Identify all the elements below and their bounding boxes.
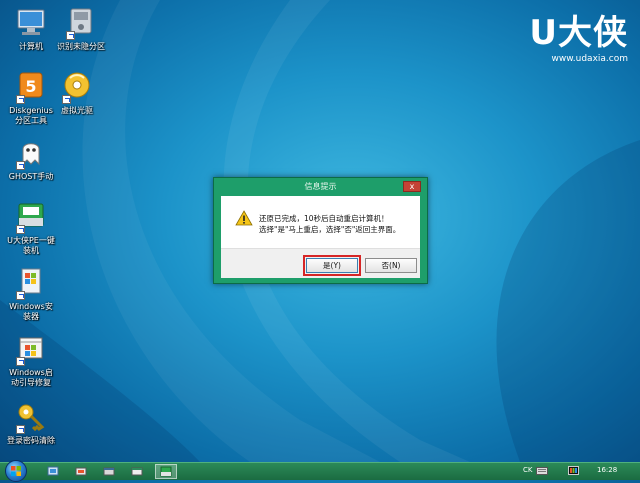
desktop-icon-windows-setup[interactable]: Windows安 装器 <box>0 266 62 322</box>
udaxia-brand: U大侠 www.udaxia.com <box>529 14 628 64</box>
virtual-cd-icon <box>60 70 94 104</box>
taskbar-item-udaxia-dialog[interactable] <box>155 464 177 479</box>
desktop-icon-label: 虚拟光驱 <box>61 106 93 115</box>
dialog-message-line1: 还原已完成，10秒后自动重启计算机！ <box>259 214 389 223</box>
brand-logo-text: U大侠 <box>529 13 628 53</box>
desktop-icon-hidden-partition[interactable]: 识别未隐分区 <box>50 6 112 52</box>
desktop-icon-label: 识别未隐分区 <box>57 42 105 51</box>
shortcut-arrow-icon <box>16 425 25 434</box>
start-button[interactable] <box>5 460 27 482</box>
dialog-message-area: 还原已完成，10秒后自动重启计算机！ 选择"是"马上重启，选择"否"返回主界面。 <box>221 196 420 248</box>
dialog-button-bar: 是(Y) 否(N) <box>221 248 420 278</box>
taskbar-item-app[interactable] <box>98 464 120 479</box>
shortcut-arrow-icon <box>16 225 25 234</box>
keyboard-icon[interactable] <box>536 466 548 476</box>
dialog-title: 信息提示 <box>304 182 337 191</box>
windows-logo-icon <box>11 466 21 476</box>
udaxia-icon <box>160 466 172 477</box>
desktop-icon-udaxia-installer[interactable]: U大侠PE一键 装机 <box>0 200 62 256</box>
display-icon[interactable] <box>568 466 579 477</box>
udaxia-installer-icon <box>14 200 48 234</box>
dialog-close-button[interactable]: x <box>403 181 421 192</box>
no-button[interactable]: 否(N) <box>365 258 417 273</box>
shortcut-arrow-icon <box>62 95 71 104</box>
windows-setup-icon <box>14 266 48 300</box>
desktop-icon-ghost[interactable]: GHOST手动 <box>0 136 62 182</box>
boot-repair-icon <box>14 332 48 366</box>
clock[interactable]: 16:28 <box>597 466 617 474</box>
desktop-icon-label: GHOST手动 <box>8 172 54 181</box>
ghost-icon <box>14 136 48 170</box>
warning-icon <box>235 210 253 226</box>
tool-icon <box>47 466 59 476</box>
diskgenius-icon: 5 <box>14 70 48 104</box>
taskbar-item-settings[interactable] <box>70 464 92 479</box>
app-icon <box>103 467 115 476</box>
shortcut-arrow-icon <box>66 31 75 40</box>
dialog-message-line2: 选择"是"马上重启，选择"否"返回主界面。 <box>259 225 401 234</box>
shortcut-arrow-icon <box>16 291 25 300</box>
desktop-icon-label: Windows安 <box>9 302 53 311</box>
desktop-icon-label: 分区工具 <box>15 116 47 125</box>
computer-icon <box>14 6 48 40</box>
desktop-icon-label: 动引导修复 <box>11 378 51 387</box>
desktop-icon-password-clear[interactable]: 登录密码清除 <box>0 400 62 446</box>
desktop-icon-label: 登录密码清除 <box>7 436 55 445</box>
taskbar-item-window[interactable] <box>126 464 148 479</box>
desktop-icon-label: U大侠PE一键 <box>7 236 55 245</box>
desktop-icon-label: 装机 <box>23 246 39 255</box>
shortcut-arrow-icon <box>16 161 25 170</box>
language-indicator[interactable]: CK <box>523 466 532 474</box>
shortcut-arrow-icon <box>16 357 25 366</box>
svg-text:5: 5 <box>25 77 36 96</box>
drive-icon <box>64 6 98 40</box>
desktop-icon-virtual-cd[interactable]: 虚拟光驱 <box>46 70 108 116</box>
window-icon <box>131 467 143 476</box>
password-key-icon <box>14 400 48 434</box>
yes-button[interactable]: 是(Y) <box>303 255 361 276</box>
info-dialog: 信息提示 x 还原已完成，10秒后自动重启计算机！ 选择"是"马上重启，选择"否… <box>213 177 428 284</box>
dialog-body: 还原已完成，10秒后自动重启计算机！ 选择"是"马上重启，选择"否"返回主界面。… <box>221 196 420 278</box>
taskbar: CK 16:28 <box>0 460 640 482</box>
settings-icon <box>75 467 87 476</box>
brand-url: www.udaxia.com <box>551 54 628 64</box>
shortcut-arrow-icon <box>16 95 25 104</box>
desktop-icon-boot-repair[interactable]: Windows启 动引导修复 <box>0 332 62 388</box>
desktop-icon-label: 装器 <box>23 312 39 321</box>
taskbar-item-tool[interactable] <box>42 464 64 479</box>
desktop-icon-label: Windows启 <box>9 368 53 377</box>
